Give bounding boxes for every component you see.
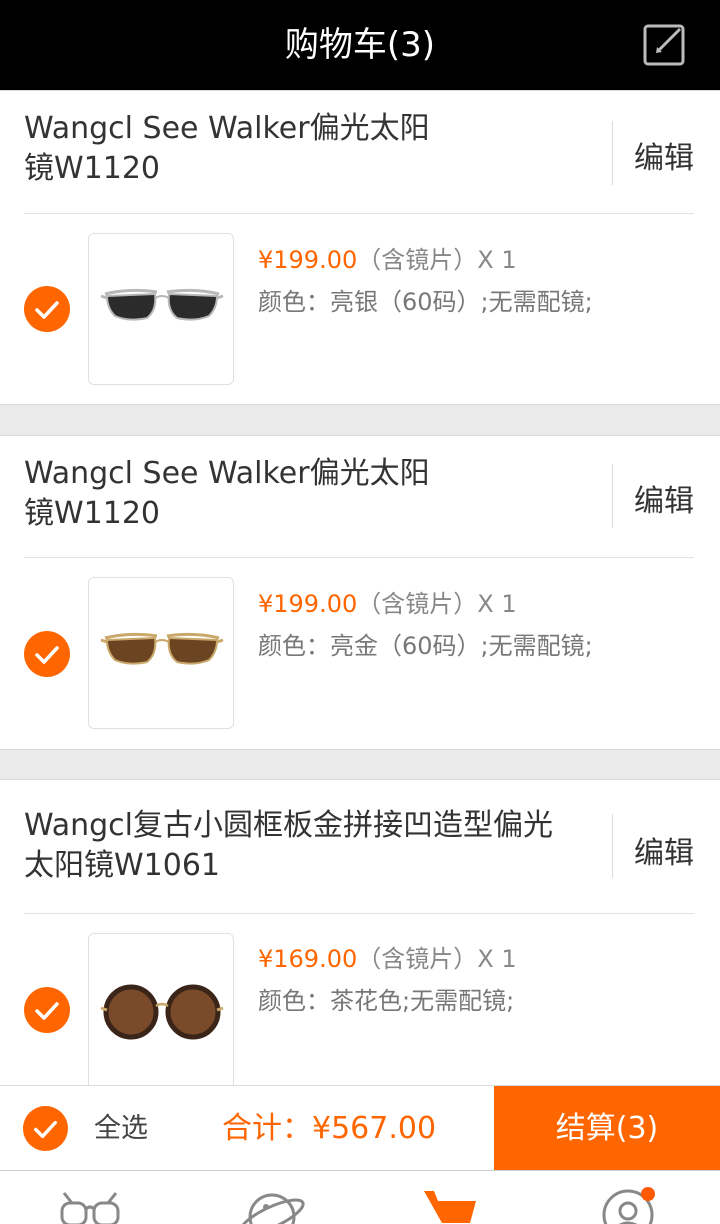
product-thumbnail[interactable] [88,577,234,729]
checkmark-icon [34,1120,57,1139]
item-spec: 颜色：亮金（60码）;无需配镜; [258,632,593,660]
page-title: 购物车(3) [284,25,436,65]
total-value: ¥567.00 [312,1111,437,1146]
planet-icon [239,1193,305,1224]
checkout-bar: 全选 合计：¥567.00 结算(3) [0,1085,720,1171]
edit-divider [612,121,613,185]
cart-item: Wangcl复古小圆框板金拼接凹造型偏光 太阳镜W1061 编辑 ¥169.00… [0,779,720,1085]
notification-dot [641,1187,655,1201]
price-line: ¥199.00（含镜片）X 1 [258,244,517,276]
item-quantity: X 1 [477,945,517,973]
bottom-tab-bar [0,1170,720,1224]
price-line: ¥199.00（含镜片）X 1 [258,588,517,620]
tab-discover[interactable] [232,1189,312,1224]
item-checkbox[interactable] [24,631,70,677]
user-icon [602,1189,654,1224]
item-header: Wangcl See Walker偏光太阳 镜W1120 编辑 [24,91,694,214]
edit-item-button[interactable]: 编辑 [624,828,694,872]
tab-cart[interactable] [412,1187,492,1224]
sunglasses-image [100,632,224,665]
checkout-button[interactable]: 结算(3) [494,1086,720,1171]
checkmark-icon [35,301,59,319]
lens-note: （含镜片） [357,590,478,618]
item-price: ¥199.00 [258,246,358,274]
top-bar: 购物车(3) [0,0,720,90]
item-quantity: X 1 [477,590,517,618]
product-thumbnail[interactable] [88,233,234,385]
checkmark-icon [35,646,59,664]
edit-icon[interactable] [642,23,686,67]
tab-glasses[interactable] [50,1189,130,1224]
item-name[interactable]: Wangcl See Walker偏光太阳 镜W1120 [24,109,589,189]
cart-item: Wangcl See Walker偏光太阳 镜W1120 编辑 ¥199.00（… [0,90,720,405]
item-checkbox[interactable] [24,987,70,1033]
item-quantity: X 1 [477,246,517,274]
item-name[interactable]: Wangcl See Walker偏光太阳 镜W1120 [24,454,589,534]
cart-list[interactable]: Wangcl See Walker偏光太阳 镜W1120 编辑 ¥199.00（… [0,90,720,1085]
cart-icon [424,1191,476,1223]
item-checkbox[interactable] [24,286,70,332]
item-header: Wangcl复古小圆框板金拼接凹造型偏光 太阳镜W1061 编辑 [24,780,694,914]
sunglasses-image [100,984,224,1040]
select-all-label[interactable]: 全选 [94,1086,148,1171]
sunglasses-image [100,288,224,321]
glasses-icon [60,1192,120,1224]
edit-divider [612,464,613,528]
total-amount: 合计：¥567.00 [222,1086,436,1171]
item-spec: 颜色：亮银（60码）;无需配镜; [258,288,593,316]
select-all-checkbox[interactable] [23,1106,68,1151]
product-thumbnail[interactable] [88,933,234,1085]
total-label: 合计： [222,1111,312,1146]
item-price: ¥199.00 [258,590,358,618]
tab-profile[interactable] [590,1187,670,1224]
cart-item: Wangcl See Walker偏光太阳 镜W1120 编辑 ¥199.00（… [0,435,720,750]
edit-divider [612,814,613,878]
edit-item-button[interactable]: 编辑 [624,133,694,177]
item-price: ¥169.00 [258,945,358,973]
edit-item-button[interactable]: 编辑 [624,476,694,520]
item-name[interactable]: Wangcl复古小圆框板金拼接凹造型偏光 太阳镜W1061 [24,806,589,886]
lens-note: （含镜片） [357,945,478,973]
item-header: Wangcl See Walker偏光太阳 镜W1120 编辑 [24,436,694,558]
item-spec: 颜色：茶花色;无需配镜; [258,987,515,1015]
price-line: ¥169.00（含镜片）X 1 [258,943,517,975]
lens-note: （含镜片） [357,246,478,274]
checkmark-icon [35,1002,59,1020]
